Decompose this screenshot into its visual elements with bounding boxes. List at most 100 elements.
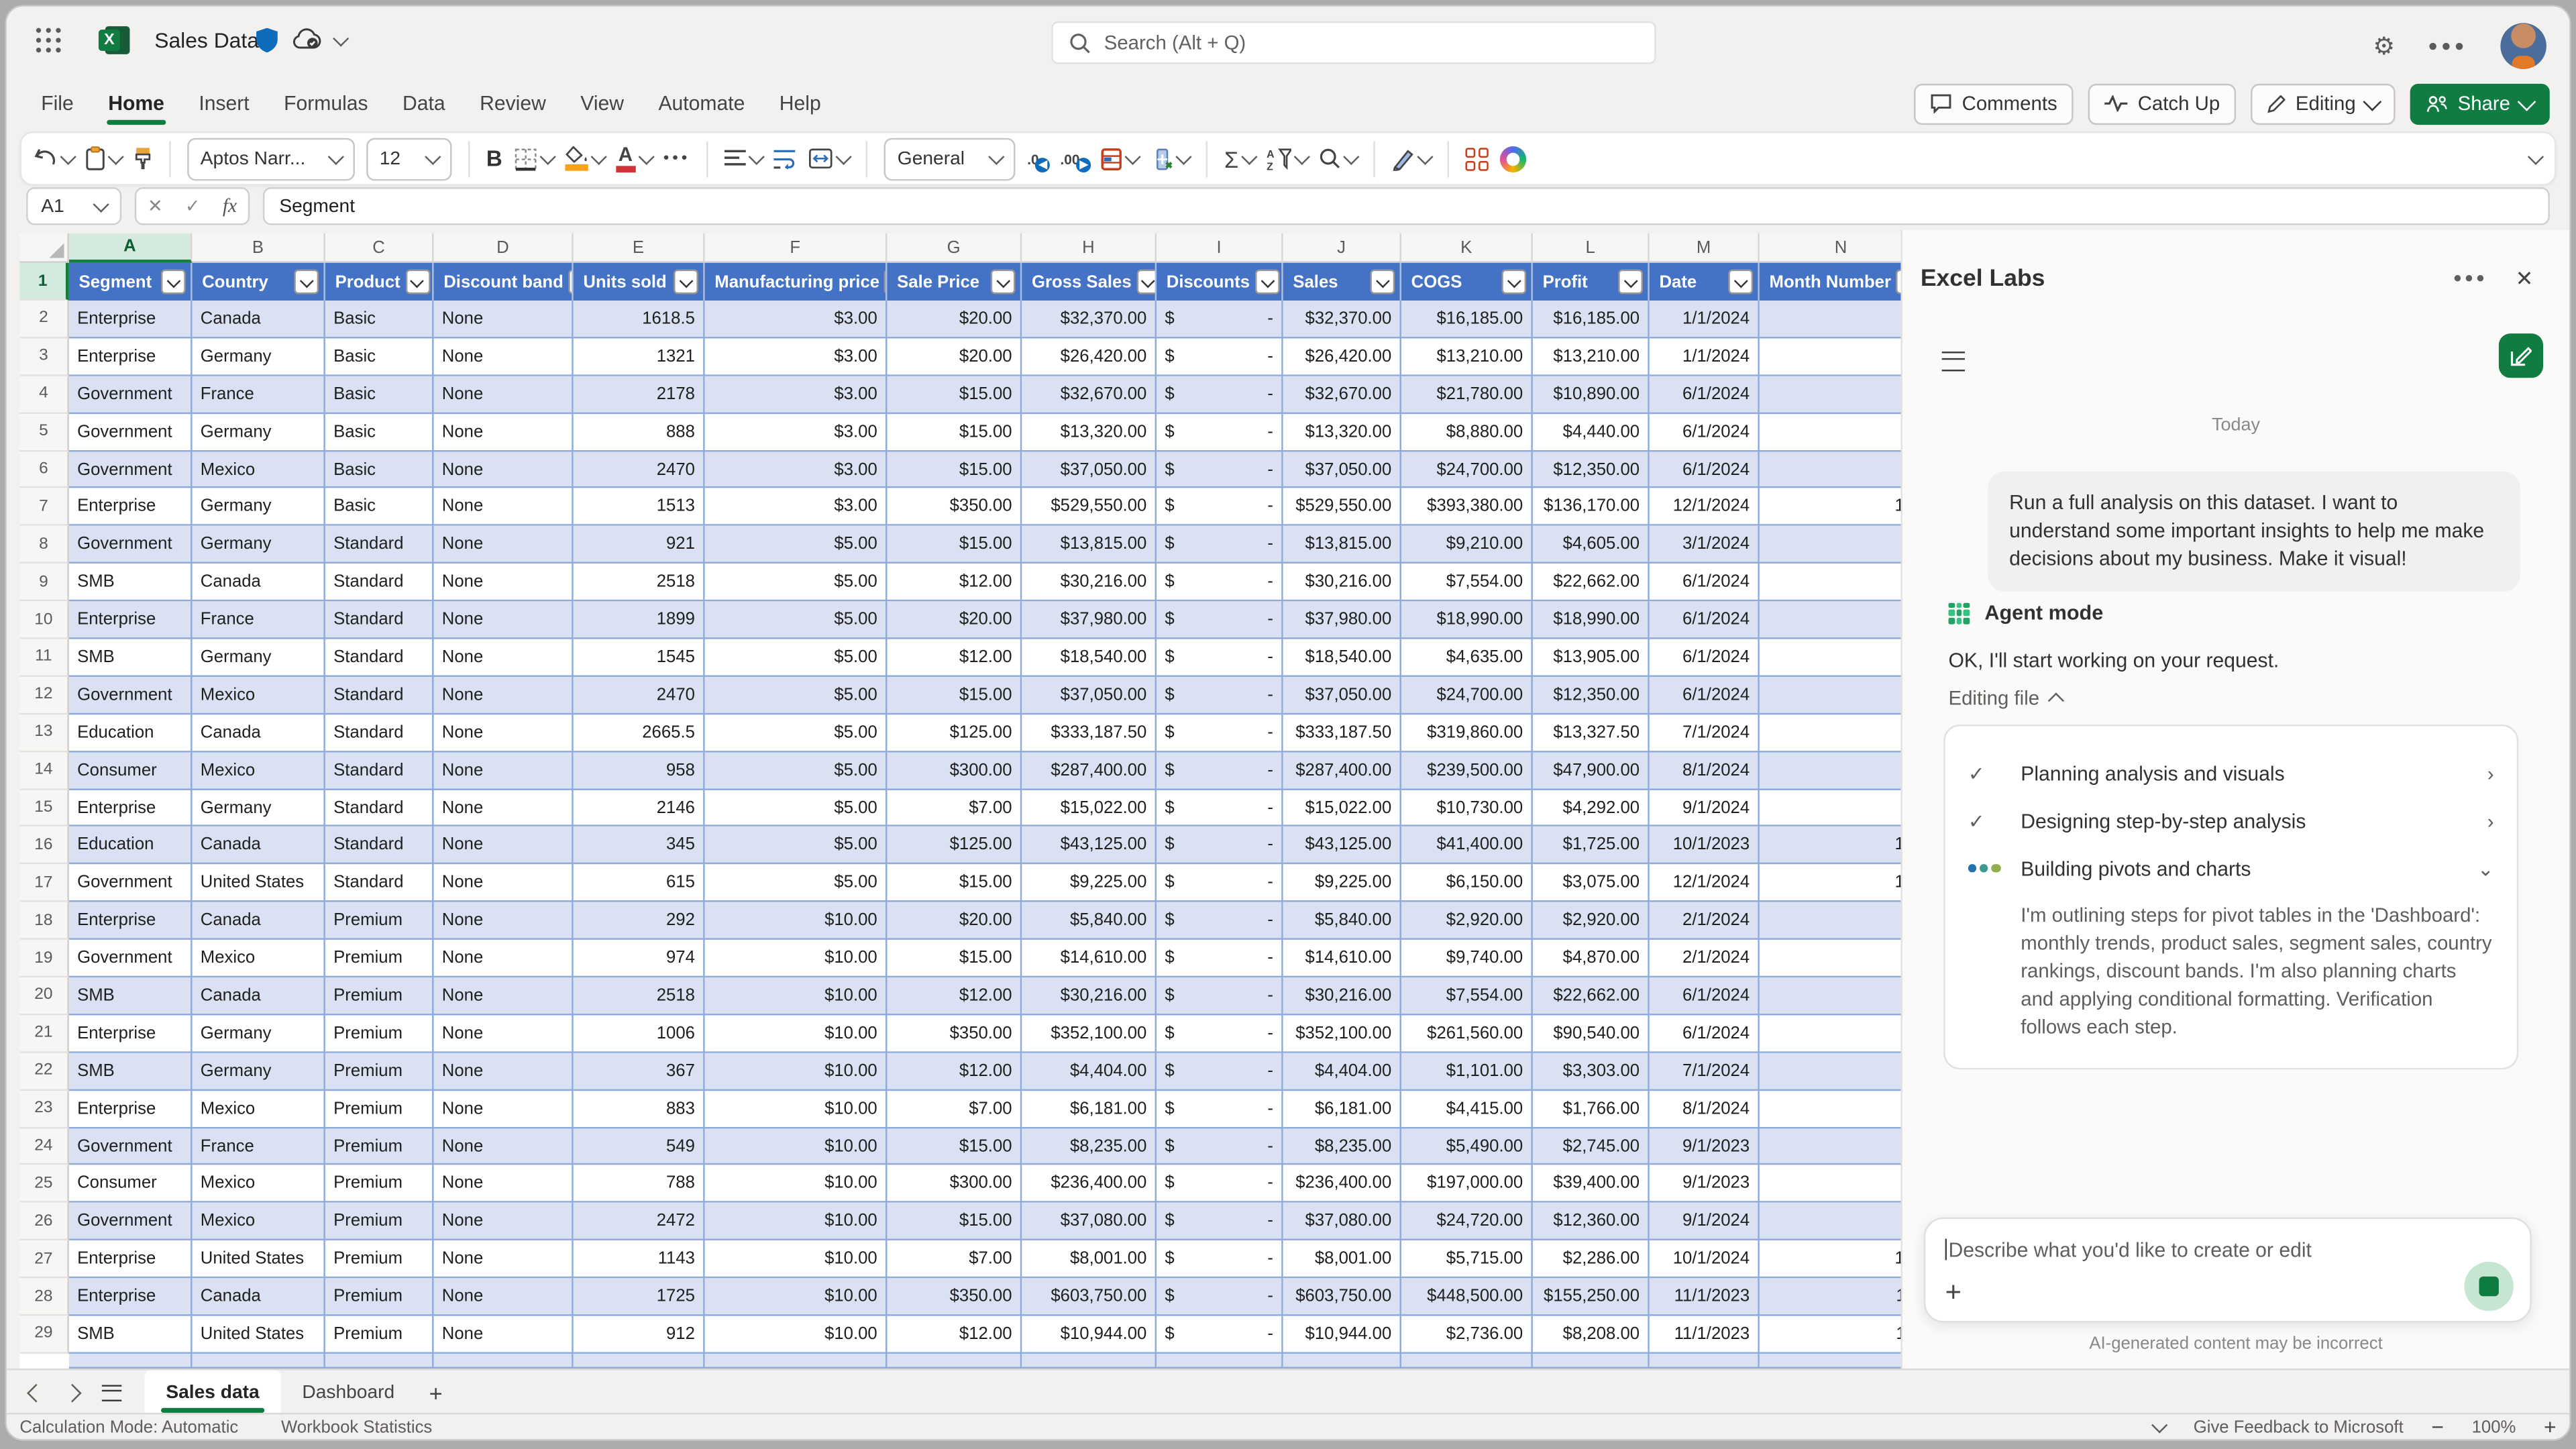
cell-M15[interactable]: 9/1/2024 (1650, 790, 1760, 827)
cell-C15[interactable]: Standard (325, 790, 434, 827)
cell-F11[interactable]: $5.00 (705, 639, 888, 677)
cell-C29[interactable]: Premium (325, 1316, 434, 1354)
cell-L27[interactable]: $2,286.00 (1533, 1241, 1650, 1279)
cell-H2[interactable]: $32,370.00 (1022, 301, 1157, 338)
row-header-12[interactable]: 12 (19, 677, 68, 714)
cell-K17[interactable]: $6,150.00 (1401, 865, 1533, 902)
cell-L14[interactable]: $47,900.00 (1533, 752, 1650, 790)
cell-N8[interactable]: 3 (1760, 527, 1924, 564)
cell-E20[interactable]: 2518 (574, 977, 705, 1015)
cell-N5[interactable]: 6 (1760, 413, 1924, 451)
row-header-24[interactable]: 24 (19, 1128, 68, 1165)
cell-N24[interactable]: 9 (1760, 1128, 1924, 1165)
cell-F8[interactable]: $5.00 (705, 527, 888, 564)
cell-G25[interactable]: $300.00 (887, 1166, 1022, 1203)
cell-A22[interactable]: SMB (69, 1053, 193, 1090)
row-header-5[interactable]: 5 (19, 413, 68, 451)
cell-B14[interactable]: Mexico (193, 752, 325, 790)
cell-A23[interactable]: Enterprise (69, 1090, 193, 1128)
cell-E23[interactable]: 883 (574, 1090, 705, 1128)
cell-K28[interactable]: $448,500.00 (1401, 1279, 1533, 1316)
cell-N13[interactable]: 7 (1760, 714, 1924, 752)
cell-N7[interactable]: 12 (1760, 488, 1924, 526)
cell-M8[interactable]: 3/1/2024 (1650, 527, 1760, 564)
cell-H5[interactable]: $13,320.00 (1022, 413, 1157, 451)
cell-C26[interactable]: Premium (325, 1203, 434, 1241)
cell-I11[interactable]: $- (1157, 639, 1283, 677)
pane-close-icon[interactable]: ✕ (2516, 266, 2534, 292)
formula-input[interactable]: Segment (263, 187, 2550, 225)
cell-D8[interactable]: None (434, 527, 574, 564)
cell-L13[interactable]: $13,327.50 (1533, 714, 1650, 752)
filter-button[interactable] (1254, 270, 1279, 294)
cell-M26[interactable]: 9/1/2024 (1650, 1203, 1760, 1241)
filter-button[interactable] (674, 270, 698, 294)
cell-C19[interactable]: Premium (325, 940, 434, 977)
cell-L7[interactable]: $136,170.00 (1533, 488, 1650, 526)
header-cell-discounts[interactable]: Discounts (1157, 263, 1283, 301)
cell-G15[interactable]: $7.00 (887, 790, 1022, 827)
cell-L22[interactable]: $3,303.00 (1533, 1053, 1650, 1090)
cell-N26[interactable]: 9 (1760, 1203, 1924, 1241)
cell-B21[interactable]: Germany (193, 1015, 325, 1053)
cell-D10[interactable]: None (434, 602, 574, 639)
cell-G21[interactable]: $350.00 (887, 1015, 1022, 1053)
cell-B25[interactable]: Mexico (193, 1166, 325, 1203)
cell-J6[interactable]: $37,050.00 (1283, 451, 1401, 488)
cell-G16[interactable]: $125.00 (887, 827, 1022, 865)
borders-button[interactable] (514, 147, 553, 170)
cell-F24[interactable]: $10.00 (705, 1128, 888, 1165)
cell-F28[interactable]: $10.00 (705, 1279, 888, 1316)
cell-A20[interactable]: SMB (69, 977, 193, 1015)
cell-A3[interactable]: Enterprise (69, 338, 193, 376)
cell-I15[interactable]: $- (1157, 790, 1283, 827)
cell-B23[interactable]: Mexico (193, 1090, 325, 1128)
cell-N11[interactable]: 6 (1760, 639, 1924, 677)
cell-D29[interactable]: None (434, 1316, 574, 1354)
catch-up-button[interactable]: Catch Up (2088, 83, 2236, 124)
cell-A27[interactable]: Enterprise (69, 1241, 193, 1279)
cell-K12[interactable]: $24,700.00 (1401, 677, 1533, 714)
cell-M6[interactable]: 6/1/2024 (1650, 451, 1760, 488)
row-header-27[interactable]: 27 (19, 1241, 68, 1279)
cell-F4[interactable]: $3.00 (705, 376, 888, 413)
cell-B2[interactable]: Canada (193, 301, 325, 338)
cell-I29[interactable]: $- (1157, 1316, 1283, 1354)
row-header-2[interactable]: 2 (19, 301, 68, 338)
cell-J28[interactable]: $603,750.00 (1283, 1279, 1401, 1316)
filter-button[interactable] (1618, 270, 1643, 294)
header-cell-profit[interactable]: Profit (1533, 263, 1650, 301)
column-header-E[interactable]: E (574, 233, 705, 263)
row-header-10[interactable]: 10 (19, 602, 68, 639)
cell-B4[interactable]: France (193, 376, 325, 413)
cell-D3[interactable]: None (434, 338, 574, 376)
cell-I9[interactable]: $- (1157, 564, 1283, 602)
cell-D14[interactable]: None (434, 752, 574, 790)
cell-A25[interactable]: Consumer (69, 1166, 193, 1203)
editing-mode-button[interactable]: Editing (2251, 83, 2396, 124)
cell-E6[interactable]: 2470 (574, 451, 705, 488)
cell-K26[interactable]: $24,720.00 (1401, 1203, 1533, 1241)
cell-G5[interactable]: $15.00 (887, 413, 1022, 451)
cell-F6[interactable]: $3.00 (705, 451, 888, 488)
cell-E11[interactable]: 1545 (574, 639, 705, 677)
settings-gear-icon[interactable]: ⚙ (2373, 34, 2395, 58)
sensitivity-shield-icon[interactable] (256, 28, 278, 53)
header-cell-gross-sales[interactable]: Gross Sales (1022, 263, 1157, 301)
filter-button[interactable] (405, 270, 430, 294)
cell-L10[interactable]: $18,990.00 (1533, 602, 1650, 639)
cell-K8[interactable]: $9,210.00 (1401, 527, 1533, 564)
cell-N20[interactable]: 6 (1760, 977, 1924, 1015)
cell-C16[interactable]: Standard (325, 827, 434, 865)
cell-F5[interactable]: $3.00 (705, 413, 888, 451)
cell-M7[interactable]: 12/1/2024 (1650, 488, 1760, 526)
cell-M16[interactable]: 10/1/2023 (1650, 827, 1760, 865)
prev-sheet-icon[interactable] (27, 1383, 46, 1402)
row-header-1[interactable]: 1 (19, 263, 68, 301)
cell-E21[interactable]: 1006 (574, 1015, 705, 1053)
cell-D2[interactable]: None (434, 301, 574, 338)
cell-F12[interactable]: $5.00 (705, 677, 888, 714)
cell-E9[interactable]: 2518 (574, 564, 705, 602)
cell-F25[interactable]: $10.00 (705, 1166, 888, 1203)
cell-F20[interactable]: $10.00 (705, 977, 888, 1015)
